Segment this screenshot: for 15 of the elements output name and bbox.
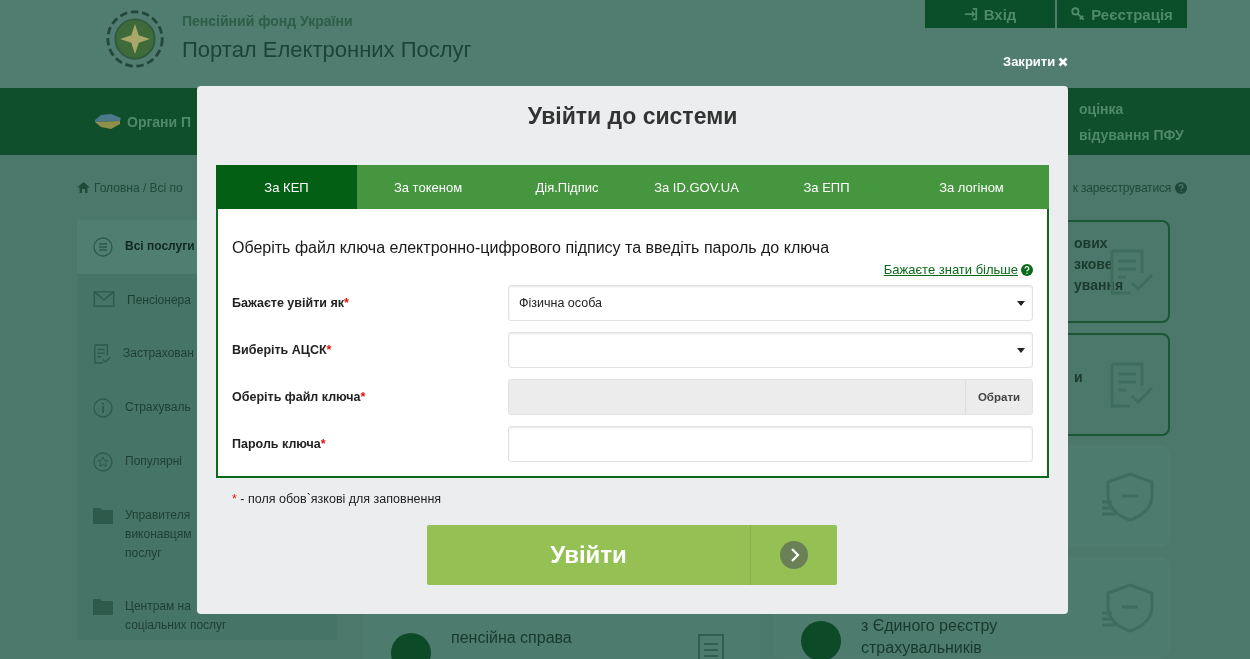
card-title: страхувальників: [861, 638, 983, 658]
card-title: пенсійна справа: [451, 628, 572, 648]
form-heading: Оберіть файл ключа електронно-цифрового підпису та введіть пароль до ключа: [232, 239, 831, 257]
card-title: з Єдиного реєстру: [861, 616, 998, 636]
required-note: * - поля обов`язкові для заповнення: [232, 492, 443, 506]
card-title: ування: [1074, 276, 1124, 295]
field-label: Пароль ключа*: [232, 437, 327, 451]
card-title: ових: [1074, 234, 1109, 253]
field-label: Бажаєте увійти як*: [232, 296, 350, 310]
portal-title: Портал Електронних Послуг: [182, 37, 472, 63]
field-label: Оберіть файл ключа*: [232, 390, 367, 404]
field-label: Виберіть АЦСК*: [232, 343, 333, 357]
card-title: зкове: [1074, 255, 1114, 274]
card-title: и: [1074, 368, 1083, 387]
dialog-title: Увійти до системи: [526, 103, 739, 131]
